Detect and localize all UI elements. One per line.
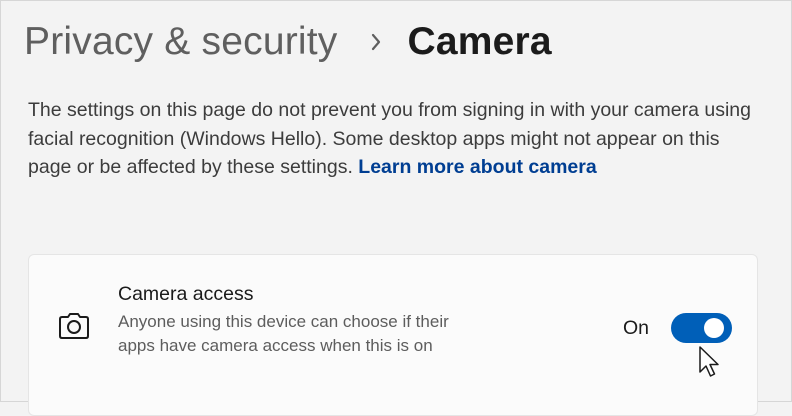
learn-more-link[interactable]: Learn more about camera (358, 156, 596, 178)
toggle-knob (704, 318, 724, 338)
page-title: Camera (407, 20, 552, 63)
chevron-right-icon (366, 32, 386, 52)
breadcrumb-parent-privacy-security[interactable]: Privacy & security (24, 20, 338, 64)
camera-icon (57, 311, 91, 341)
toggle-state-label: On (623, 317, 650, 339)
breadcrumb: Privacy & security Camera (24, 14, 552, 70)
camera-access-description: Anyone using this device can choose if t… (118, 312, 449, 355)
page-description: The settings on this page do not prevent… (28, 96, 768, 182)
camera-access-toggle[interactable] (671, 313, 732, 343)
camera-access-title: Camera access (118, 283, 254, 305)
camera-access-card: Camera access Anyone using this device c… (28, 254, 758, 416)
